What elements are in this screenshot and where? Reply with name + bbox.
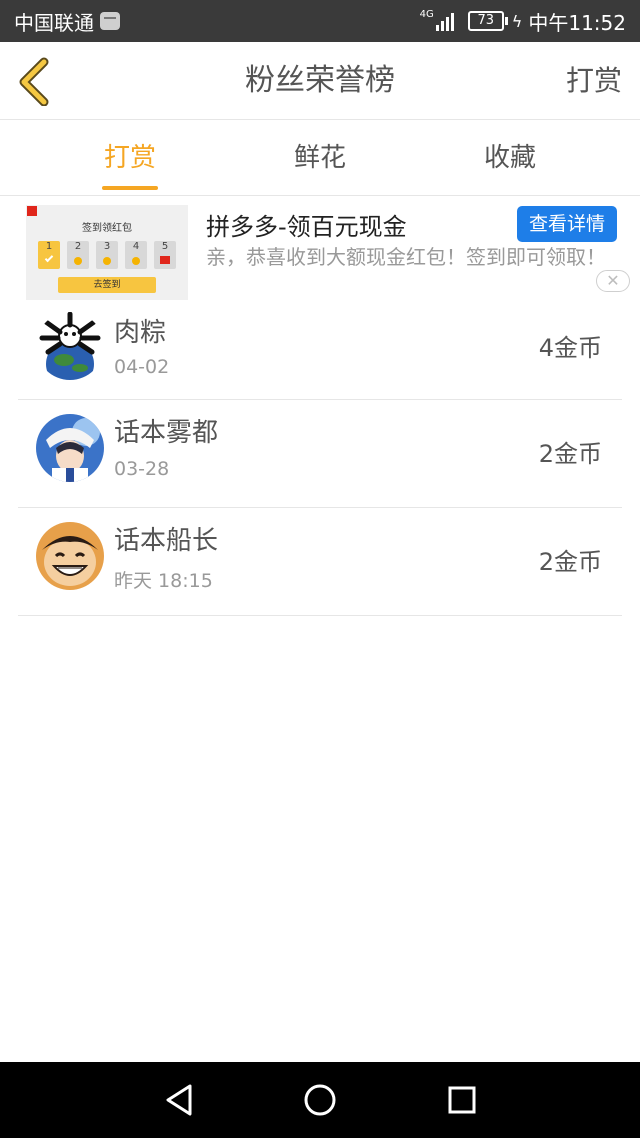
nav-back-button[interactable] — [160, 1080, 200, 1120]
status-left: 中国联通 — [14, 0, 120, 42]
gift-icon — [160, 256, 170, 264]
ad-description: 亲，恭喜收到大额现金红包！签到即可领取！ — [206, 245, 606, 269]
system-nav-bar — [0, 1062, 640, 1138]
checkin-day: 3 — [96, 241, 118, 269]
ad-banner[interactable]: 签到领红包 1 2 3 4 5 去签到 拼多多-领百元现金 亲，恭喜收到大额现金… — [0, 197, 640, 302]
checkin-day: 5 — [154, 241, 176, 269]
nav-recents-button[interactable] — [442, 1080, 482, 1120]
page-title: 粉丝荣誉榜 — [245, 63, 395, 98]
nav-home-button[interactable] — [300, 1080, 340, 1120]
close-icon[interactable]: ✕ — [596, 270, 630, 292]
tab-label: 鲜花 — [293, 143, 346, 173]
avatar-luffy-icon — [36, 522, 104, 590]
checkin-day-number: 1 — [45, 241, 53, 252]
tab-favorites[interactable]: 收藏 — [420, 120, 600, 196]
header: 粉丝荣誉榜 打赏 — [0, 42, 640, 120]
checkin-day-number: 2 — [74, 241, 82, 252]
status-bar: 中国联通 4G 73 ϟ 中午11:52 — [0, 0, 640, 42]
carrier-name: 中国联通 — [14, 10, 94, 35]
list-item[interactable]: 话本雾都 03-28 2金币 — [18, 400, 622, 508]
avatar-earth-icon — [36, 312, 104, 380]
checkin-day: 2 — [67, 241, 89, 269]
clock: 中午11:52 — [528, 10, 626, 35]
tab-active-indicator — [102, 186, 158, 190]
fan-date: 04-02 — [114, 356, 170, 378]
ad-checkin-days: 1 2 3 4 5 — [38, 241, 178, 269]
reward-button[interactable]: 打赏 — [566, 42, 622, 120]
home-circle-icon — [304, 1084, 336, 1116]
checkin-day-number: 3 — [103, 241, 111, 252]
fan-date: 昨天 18:15 — [114, 570, 213, 592]
recents-square-icon — [448, 1086, 476, 1114]
ad-thumbnail: 签到领红包 1 2 3 4 5 去签到 — [26, 205, 188, 300]
fan-name: 肉粽 — [114, 318, 167, 348]
fan-amount: 2金币 — [538, 440, 602, 468]
checkin-day-number: 5 — [161, 241, 169, 252]
ad-thumbnail-title: 签到领红包 — [82, 223, 132, 234]
ad-thumbnail-cta: 去签到 — [58, 277, 156, 293]
ad-title: 拼多多-领百元现金 — [206, 213, 407, 241]
fan-amount: 4金币 — [538, 334, 602, 362]
check-icon — [44, 253, 54, 263]
back-triangle-icon — [166, 1084, 192, 1116]
fan-date: 03-28 — [114, 458, 170, 480]
list-item[interactable]: 肉粽 04-02 4金币 — [18, 302, 622, 400]
list-item[interactable]: 话本船长 昨天 18:15 2金币 — [18, 508, 622, 616]
charging-icon: ϟ — [511, 11, 523, 31]
tab-reward[interactable]: 打赏 — [40, 120, 220, 196]
network-type: 4G — [419, 9, 434, 20]
carrier-app-icon — [100, 12, 120, 30]
fan-name: 话本船长 — [114, 526, 219, 556]
tab-label: 打赏 — [103, 143, 156, 173]
checkin-day: 1 — [38, 241, 60, 269]
tab-flowers[interactable]: 鲜花 — [230, 120, 410, 196]
coin-icon — [103, 257, 111, 265]
ad-brand-icon — [27, 206, 37, 216]
status-right: 4G 73 ϟ 中午11:52 — [420, 0, 626, 42]
checkin-day-number: 4 — [132, 241, 140, 252]
tab-label: 收藏 — [483, 143, 536, 173]
fan-amount: 2金币 — [538, 548, 602, 576]
battery-icon: 73 — [467, 11, 508, 31]
checkin-day: 4 — [125, 241, 147, 269]
coin-icon — [132, 257, 140, 265]
signal-icon — [435, 11, 456, 31]
coin-icon — [74, 257, 82, 265]
ad-details-button[interactable]: 查看详情 — [517, 206, 617, 242]
avatar-anime-girl-icon — [36, 414, 104, 482]
tab-bar: 打赏 鲜花 收藏 — [0, 120, 640, 196]
fan-name: 话本雾都 — [114, 418, 219, 448]
fan-list: 肉粽 04-02 4金币 话本雾都 03-28 2金币 话本船长 昨天 18:1… — [18, 302, 622, 616]
